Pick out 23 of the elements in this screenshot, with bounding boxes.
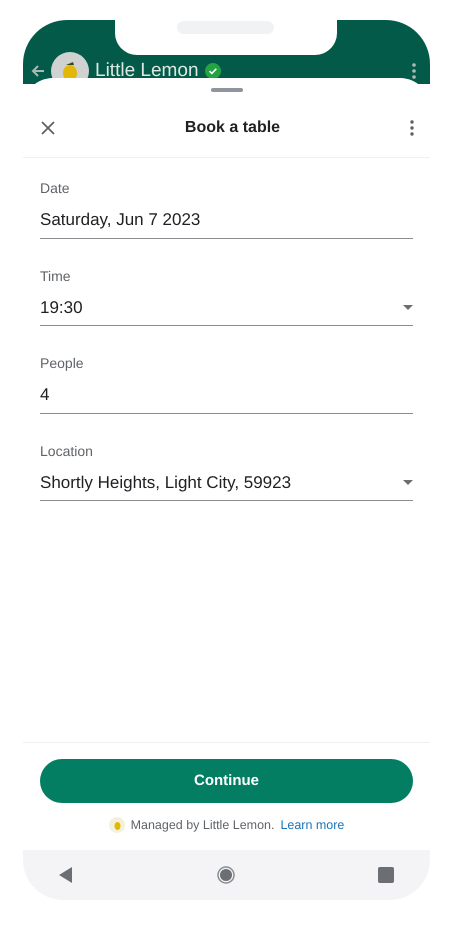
continue-button[interactable]: Continue (40, 759, 413, 803)
app-title: Little Lemon (95, 60, 199, 82)
dropdown-field[interactable]: Shortly Heights, Light City, 59923 (40, 470, 413, 501)
more-icon[interactable] (410, 120, 414, 136)
field-label: Date (40, 179, 71, 198)
back-icon[interactable] (59, 867, 73, 883)
more-icon[interactable] (412, 63, 416, 79)
lemon-icon (108, 817, 125, 834)
field-label: People (40, 354, 85, 373)
input-field[interactable]: Saturday, Jun 7 2023 (40, 207, 413, 238)
dropdown-field[interactable]: 19:30 (40, 294, 413, 326)
learn-more-link[interactable]: Learn more (280, 816, 344, 835)
close-icon[interactable] (41, 120, 55, 134)
sheet-title: Book a table (184, 118, 282, 138)
back-icon[interactable] (31, 64, 45, 78)
dropdown-caret-icon (403, 304, 413, 310)
input-field[interactable]: 4 (40, 382, 413, 414)
field-label: Location (40, 442, 94, 460)
managed-by-text: Managed by Little Lemon. (130, 817, 274, 834)
field-label: Time (40, 266, 72, 286)
drag-handle[interactable] (210, 88, 242, 92)
dropdown-caret-icon (403, 480, 413, 485)
home-icon[interactable] (216, 866, 234, 884)
